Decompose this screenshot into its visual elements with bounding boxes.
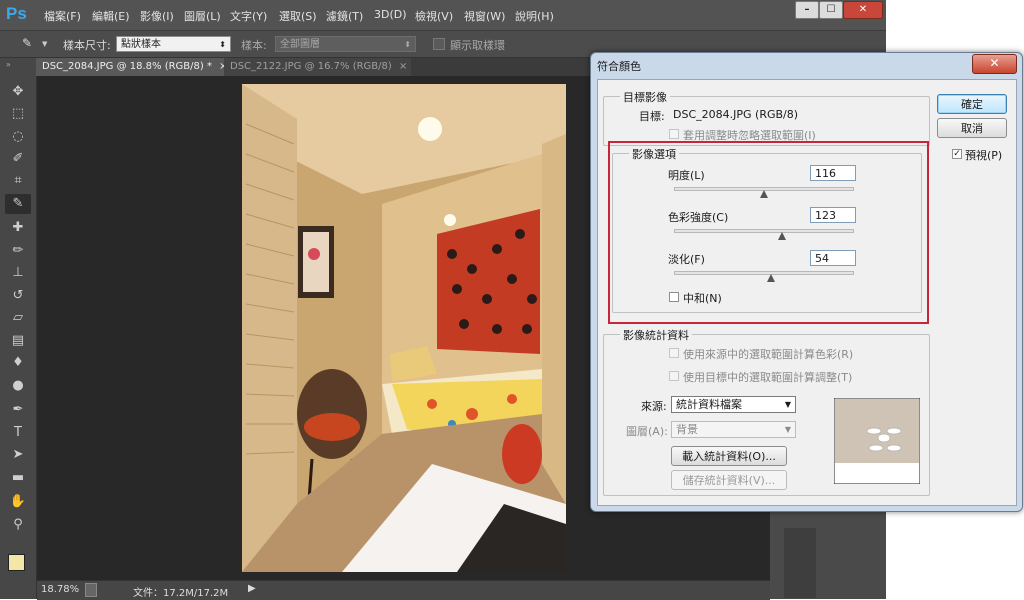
menu-file[interactable]: 檔案(F) [44,8,81,24]
show-ring-checkbox[interactable] [433,38,445,50]
target-image-legend: 目標影像 [620,89,670,105]
menu-bar: Ps 檔案(F) 編輯(E) 影像(I) 圖層(L) 文字(Y) 選取(S) 濾… [0,0,886,31]
source-value: 統計資料檔案 [676,398,742,411]
status-bar: 18.78% 文件：17.2M/17.2M ▶ [37,580,770,600]
stamp-tool-icon[interactable]: ⊥ [5,263,31,283]
dodge-tool-icon[interactable]: ● [5,376,31,396]
foreground-color-swatch[interactable] [8,554,25,571]
menu-help[interactable]: 說明(H) [515,8,554,24]
blur-tool-icon[interactable]: ♦ [5,353,31,373]
zoom-level[interactable]: 18.78% [41,584,79,595]
panel-slot [784,528,816,598]
save-statistics-button[interactable]: 儲存統計資料(V)... [671,470,787,490]
layer-label: 圖層(A): [626,425,668,438]
layer-select[interactable]: 背景 ▼ [671,421,796,438]
highlight-box [608,141,929,324]
brush-tool-icon[interactable]: ✏ [5,241,31,261]
document-tabs: DSC_2084.JPG @ 18.8% (RGB/8) * × DSC_212… [36,58,596,76]
path-select-tool-icon[interactable]: ➤ [5,445,31,465]
layer-value: 背景 [676,423,698,436]
target-label: 目標: [639,110,665,123]
photoshop-logo: Ps [6,4,27,23]
tab-label: DSC_2122.JPG @ 16.7% (RGB/8) [230,61,392,72]
type-tool-icon[interactable]: T [5,423,31,443]
target-value: DSC_2084.JPG (RGB/8) [673,108,799,121]
crop-tool-icon[interactable]: ⌗ [5,171,31,191]
ignore-selection-checkbox[interactable] [669,129,679,139]
select-arrow-icon: ⬍ [219,40,226,49]
sample-value: 全部圖層 [280,39,320,50]
shape-tool-icon[interactable]: ▬ [5,468,31,488]
tab-dsc-2122[interactable]: DSC_2122.JPG @ 16.7% (RGB/8) × [224,58,411,76]
menu-image[interactable]: 影像(I) [140,8,174,24]
use-source-selection-label: 使用來源中的選取範圍計算色彩(R) [683,348,854,361]
menu-select[interactable]: 選取(S) [279,8,317,24]
tab-dsc-2084[interactable]: DSC_2084.JPG @ 18.8% (RGB/8) * × [36,58,228,76]
cancel-button[interactable]: 取消 [937,118,1007,138]
show-ring-label: 顯示取樣環 [450,39,505,52]
collapse-icon[interactable]: » [6,60,11,69]
status-menu-arrow-icon[interactable]: ▶ [248,583,256,594]
chevron-down-icon: ▼ [784,425,791,434]
pen-tool-icon[interactable]: ✒ [5,400,31,420]
menu-edit[interactable]: 編輯(E) [92,8,130,24]
close-tab-icon[interactable]: × [399,61,407,72]
menu-3d[interactable]: 3D(D) [374,8,407,21]
use-source-selection-checkbox[interactable] [669,348,679,358]
preview-checkbox[interactable]: ✓ [952,149,962,159]
chevron-down-icon[interactable]: ▼ [42,40,47,48]
menu-layer[interactable]: 圖層(L) [184,8,221,24]
image-statistics-legend: 影像統計資料 [620,327,692,343]
source-select[interactable]: 統計資料檔案 ▼ [671,396,796,413]
ok-button[interactable]: 確定 [937,94,1007,114]
marquee-tool-icon[interactable]: ⬚ [5,104,31,124]
quick-select-tool-icon[interactable]: ✐ [5,149,31,169]
eraser-tool-icon[interactable]: ▱ [5,308,31,328]
lasso-tool-icon[interactable]: ◌ [5,127,31,147]
sample-size-select[interactable]: 點狀樣本 ⬍ [116,36,231,52]
sample-label: 樣本: [241,39,267,52]
menu-view[interactable]: 檢視(V) [415,8,453,24]
healing-tool-icon[interactable]: ✚ [5,218,31,238]
zoom-tool-icon[interactable]: ⚲ [5,515,31,535]
hand-tool-icon[interactable]: ✋ [5,492,31,512]
dialog-title: 符合顏色 [597,60,641,73]
source-label: 來源: [641,400,667,413]
dialog-close-button[interactable]: ✕ [972,54,1017,74]
tab-label: DSC_2084.JPG @ 18.8% (RGB/8) * [42,61,212,72]
load-statistics-button[interactable]: 載入統計資料(O)... [671,446,787,466]
checkmark-icon: ✓ [953,149,961,159]
sample-size-label: 樣本尺寸: [63,39,111,52]
menu-type[interactable]: 文字(Y) [230,8,267,24]
use-target-selection-label: 使用目標中的選取範圍計算調整(T) [683,371,853,384]
chevron-down-icon: ▼ [784,400,791,409]
gradient-tool-icon[interactable]: ▤ [5,331,31,351]
preview-label: 預視(P) [965,149,1003,162]
use-target-selection-checkbox[interactable] [669,371,679,381]
select-arrow-icon: ⬍ [404,40,411,49]
share-icon[interactable] [85,583,97,597]
close-window-button[interactable]: ✕ [843,1,883,19]
minimize-button[interactable]: – [795,1,819,19]
document-size: 文件：17.2M/17.2M [133,588,229,599]
document-photo[interactable] [242,84,566,572]
statistics-preview-thumbnail [834,398,920,484]
sample-size-value: 點狀樣本 [121,39,161,50]
history-brush-tool-icon[interactable]: ↺ [5,286,31,306]
menu-filter[interactable]: 濾鏡(T) [326,8,363,24]
menu-window[interactable]: 視窗(W) [464,8,505,24]
eyedropper-tool-icon[interactable]: ✎ [5,194,31,214]
sample-select[interactable]: 全部圖層 ⬍ [275,36,416,52]
tools-panel: » ✥ ⬚ ◌ ✐ ⌗ ✎ ✚ ✏ ⊥ ↺ ▱ ▤ ♦ ● ✒ T ➤ ▬ ✋ … [0,58,37,599]
maximize-button[interactable]: ☐ [819,1,843,19]
move-tool-icon[interactable]: ✥ [5,82,31,102]
eyedropper-icon[interactable]: ✎ [22,36,36,50]
